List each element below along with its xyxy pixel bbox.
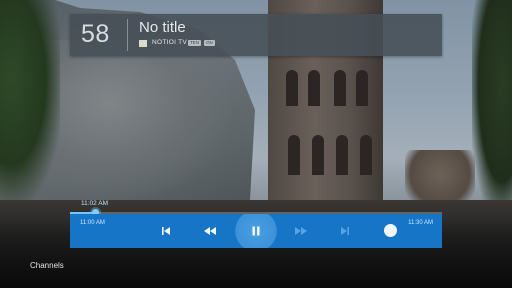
program-title: No title: [139, 19, 186, 36]
end-time-label: 11:30 AM: [408, 220, 433, 226]
skip-next-button[interactable]: [321, 214, 369, 248]
pause-icon: [252, 226, 260, 236]
fast-forward-icon: [295, 227, 307, 235]
tree-right: [472, 0, 512, 210]
fast-forward-button[interactable]: [277, 214, 325, 248]
tower-window: [334, 70, 346, 106]
tower-window: [356, 70, 368, 106]
skip-previous-button[interactable]: [142, 214, 190, 248]
tower-window: [312, 135, 324, 175]
rock-highlight: [30, 40, 230, 200]
current-time-label: 11:02 AM: [81, 200, 108, 207]
tower-window: [308, 70, 320, 106]
tower-window: [286, 70, 298, 106]
start-time-label: 11:00 AM: [80, 220, 105, 226]
playback-control-bar: 11:00 AM 11:30 AM: [70, 214, 442, 248]
channel-logo-icon: [139, 40, 147, 47]
tower-window: [360, 135, 372, 175]
tower-window: [288, 135, 300, 175]
banner-divider: [127, 19, 128, 51]
skip-next-icon: [341, 227, 349, 235]
rewind-icon: [204, 227, 216, 235]
pause-button[interactable]: [232, 214, 280, 248]
channel-name: NOTIOI TV: [152, 39, 188, 46]
channels-row-header: Channels: [30, 261, 64, 270]
tower-window: [336, 135, 348, 175]
tag-badge: ON: [204, 40, 215, 46]
channel-number: 58: [81, 20, 110, 48]
tag-badge: TEN: [188, 40, 201, 46]
tree-left: [0, 0, 60, 200]
record-button[interactable]: [384, 224, 397, 237]
channel-banner: 58 No title NOTIOI TV TEN ON: [70, 14, 442, 56]
rewind-button[interactable]: [186, 214, 234, 248]
skip-previous-icon: [162, 227, 170, 235]
